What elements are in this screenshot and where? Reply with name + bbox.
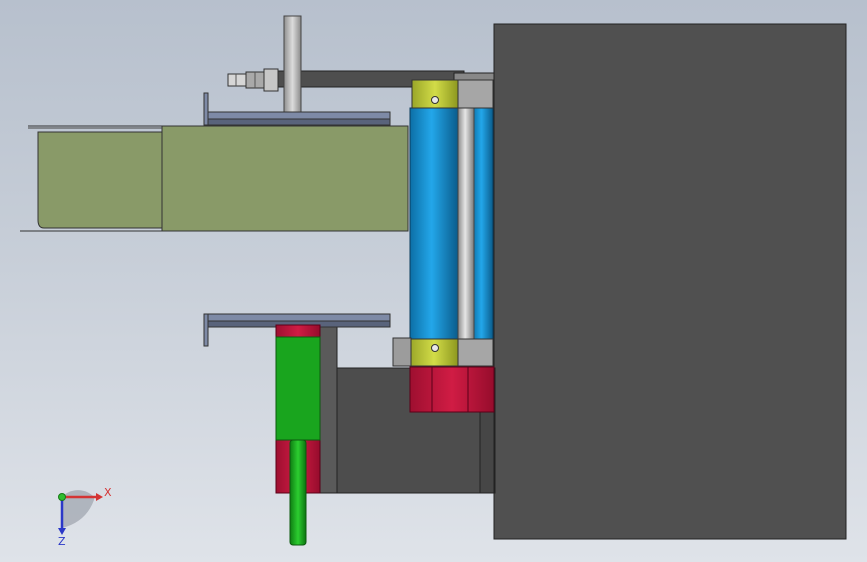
bottom-collar[interactable]	[409, 338, 459, 367]
y-axis-dot	[58, 493, 66, 501]
z-axis-label: Z	[58, 535, 66, 548]
cad-viewport[interactable]: X Z	[0, 0, 867, 562]
cylinder-rod[interactable]	[289, 439, 307, 546]
x-axis-label: X	[104, 486, 112, 499]
pneumatic-cylinder[interactable]	[275, 324, 321, 546]
roller[interactable]	[409, 107, 459, 341]
vertical-post[interactable]	[283, 15, 302, 115]
coordinate-triad: X Z	[58, 486, 112, 548]
motor-block[interactable]	[409, 366, 495, 413]
conveyor-belt[interactable]	[20, 125, 409, 232]
roller-shaft[interactable]	[457, 107, 475, 341]
base-plate[interactable]	[493, 23, 847, 540]
